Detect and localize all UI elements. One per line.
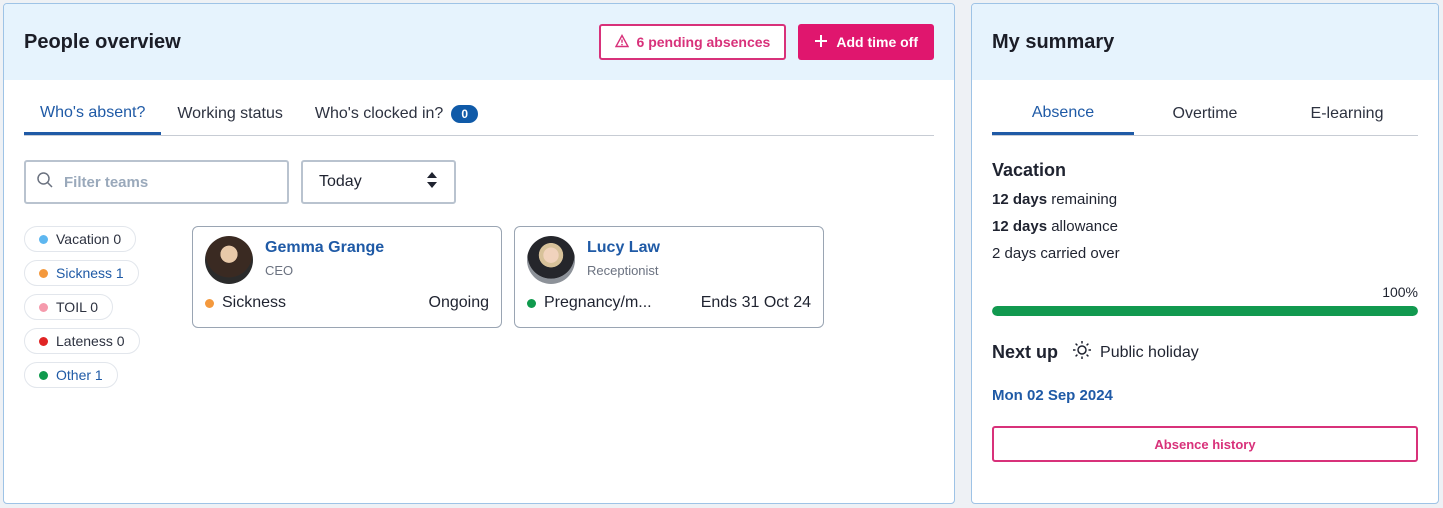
person-info: Lucy Law Receptionist	[587, 236, 660, 284]
card-header: Gemma Grange CEO	[205, 236, 489, 284]
tab-working-status[interactable]: Working status	[161, 105, 299, 135]
add-time-off-label: Add time off	[836, 34, 918, 50]
person-role: CEO	[265, 263, 294, 278]
person-name[interactable]: Gemma Grange	[265, 239, 384, 257]
filters-row: Today	[24, 160, 934, 204]
absence-status: Sickness	[205, 294, 286, 312]
days-allowance-label: allowance	[1047, 218, 1118, 235]
lateness-dot	[39, 336, 48, 346]
people-tabs: Who's absent? Working status Who's clock…	[24, 80, 934, 136]
vacation-dot	[39, 234, 48, 244]
plus-icon	[814, 34, 828, 51]
filter-teams-box	[24, 160, 289, 204]
legend-other[interactable]: Other 1	[24, 362, 118, 388]
legend-toil[interactable]: TOIL 0	[24, 294, 114, 320]
public-holiday: Public holiday	[1072, 340, 1199, 365]
clocked-in-count-badge: 0	[451, 105, 479, 123]
card-header: Lucy Law Receptionist	[527, 236, 811, 284]
person-name[interactable]: Lucy Law	[587, 239, 660, 257]
next-up-row: Next up Public holiday	[992, 340, 1418, 365]
vacation-progress-bar	[992, 306, 1418, 316]
absence-type-legend: Vacation 0 Sickness 1 TOIL 0 Lateness 0 …	[24, 226, 172, 388]
legend-sickness[interactable]: Sickness 1	[24, 260, 139, 286]
vacation-usage-percent: 100%	[1382, 284, 1418, 300]
absence-status: Pregnancy/m...	[527, 294, 652, 312]
my-summary-title: My summary	[992, 30, 1115, 53]
header-actions: 6 pending absences Add time off	[598, 24, 934, 60]
search-icon	[36, 171, 54, 194]
date-range-value: Today	[319, 173, 362, 190]
days-remaining-label: remaining	[1047, 191, 1118, 208]
status-label: Sickness	[222, 294, 287, 311]
my-summary-header: My summary	[972, 4, 1438, 80]
absence-detail: Ongoing	[428, 294, 490, 311]
tab-absence[interactable]: Absence	[992, 104, 1134, 135]
tab-label: Working status	[177, 105, 283, 122]
tab-overtime[interactable]: Overtime	[1134, 105, 1276, 135]
person-role: Receptionist	[587, 263, 659, 278]
legend-label: Vacation 0	[56, 231, 122, 247]
vacation-progress-fill	[992, 306, 1418, 316]
next-holiday-date[interactable]: Mon 02 Sep 2024	[992, 387, 1418, 404]
tab-whos-absent[interactable]: Who's absent?	[24, 104, 162, 135]
card-status-row: Pregnancy/m... Ends 31 Oct 24	[527, 294, 811, 312]
other-dot	[39, 370, 48, 380]
person-card[interactable]: Gemma Grange CEO Sickness Ongoing	[192, 226, 502, 328]
days-allowance: 12 days allowance	[992, 218, 1418, 235]
days-carried-over: 2 days carried over	[992, 245, 1120, 262]
person-card[interactable]: Lucy Law Receptionist Pregnancy/m... End…	[514, 226, 824, 328]
summary-tabs: Absence Overtime E-learning	[992, 80, 1418, 136]
legend-label: Lateness 0	[56, 333, 125, 349]
filter-teams-input[interactable]	[64, 173, 244, 191]
days-remaining-count: 12 days	[992, 191, 1048, 208]
next-up-label: Next up	[992, 342, 1059, 362]
people-overview-panel: People overview 6 pending absences Add t…	[3, 3, 955, 504]
absence-history-button[interactable]: Absence history	[992, 426, 1418, 462]
vacation-heading: Vacation	[992, 160, 1067, 180]
status-dot	[205, 298, 214, 308]
pending-absences-button[interactable]: 6 pending absences	[598, 24, 787, 60]
warning-icon	[614, 33, 629, 51]
tab-whos-clocked-in[interactable]: Who's clocked in? 0	[299, 105, 494, 135]
people-overview-title: People overview	[24, 30, 181, 53]
people-overview-header: People overview 6 pending absences Add t…	[4, 4, 954, 80]
add-time-off-button[interactable]: Add time off	[798, 24, 934, 60]
status-label: Pregnancy/m...	[544, 294, 652, 311]
pending-absences-label: 6 pending absences	[636, 34, 771, 50]
legend-vacation[interactable]: Vacation 0	[24, 226, 137, 252]
tab-e-learning[interactable]: E-learning	[1276, 105, 1418, 135]
summary-body: Vacation 12 days remaining 12 days allow…	[972, 160, 1438, 462]
my-summary-panel: My summary Absence Overtime E-learning V…	[971, 3, 1439, 504]
date-range-select[interactable]: Today	[301, 160, 456, 204]
absence-content: Vacation 0 Sickness 1 TOIL 0 Lateness 0 …	[24, 226, 934, 388]
legend-label: Sickness 1	[56, 265, 124, 281]
tab-label: Who's absent?	[40, 104, 146, 121]
days-remaining: 12 days remaining	[992, 191, 1418, 208]
legend-label: TOIL 0	[56, 299, 99, 315]
person-info: Gemma Grange CEO	[265, 236, 384, 284]
avatar	[527, 236, 575, 284]
sun-icon	[1072, 340, 1092, 365]
status-dot	[527, 298, 536, 308]
absent-people-cards: Gemma Grange CEO Sickness Ongoing Lucy L…	[192, 226, 824, 388]
legend-label: Other 1	[56, 367, 103, 383]
card-status-row: Sickness Ongoing	[205, 294, 489, 312]
days-allowance-count: 12 days	[992, 218, 1048, 235]
legend-lateness[interactable]: Lateness 0	[24, 328, 140, 354]
public-holiday-label: Public holiday	[1100, 343, 1199, 361]
avatar	[205, 236, 253, 284]
toil-dot	[39, 302, 48, 312]
sort-arrows-icon	[426, 171, 438, 194]
tab-label: Who's clocked in?	[314, 105, 444, 122]
sickness-dot	[39, 268, 48, 278]
absence-detail: Ends 31 Oct 24	[700, 294, 811, 311]
